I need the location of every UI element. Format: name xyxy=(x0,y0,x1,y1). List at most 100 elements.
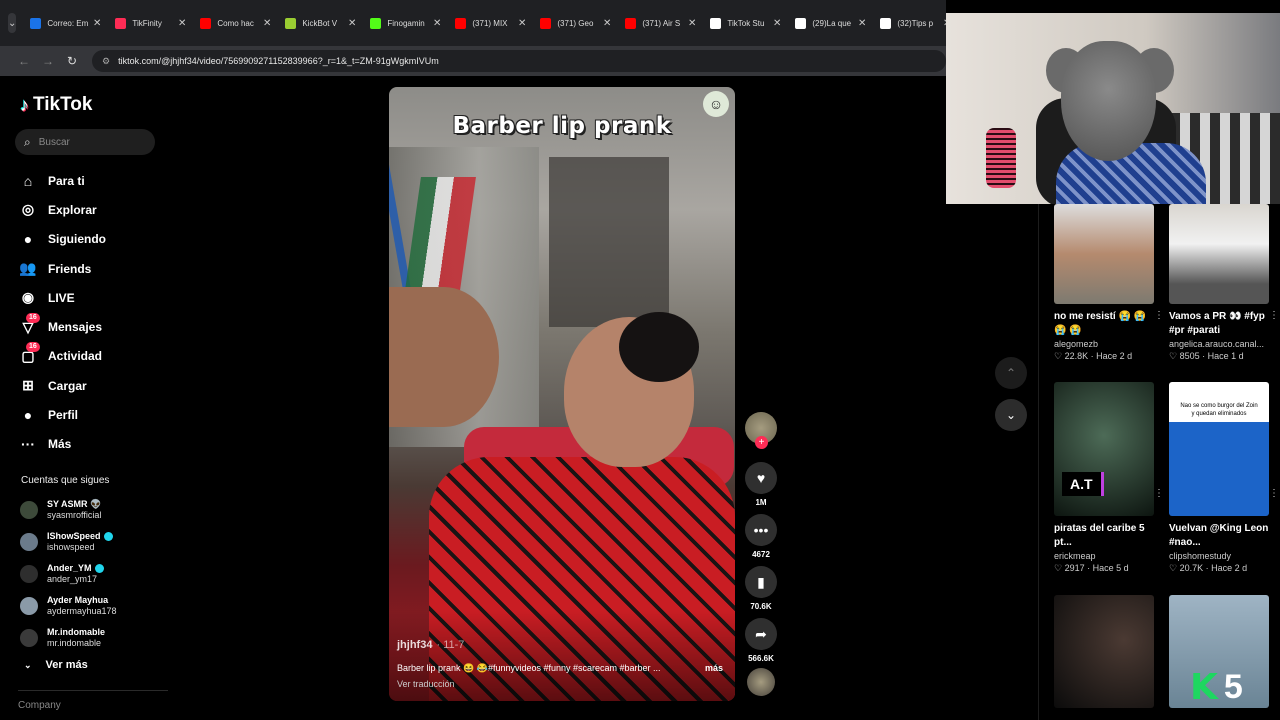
video-author[interactable]: erickmeap xyxy=(1054,551,1159,561)
video-author[interactable]: jhjhf34 · 11-7 xyxy=(397,639,464,651)
tab-title: (371) MIX xyxy=(472,18,508,28)
browser-tab[interactable]: (29)La que ✕ xyxy=(789,7,874,39)
following-account[interactable]: SY ASMR 👽 syasmrofficial xyxy=(20,494,117,526)
browser-tab[interactable]: Finogamin ✕ xyxy=(364,7,449,39)
close-icon[interactable]: ✕ xyxy=(178,18,186,29)
sidebar-item-actividad[interactable]: ▢ 16 Actividad xyxy=(18,342,106,371)
translate-link[interactable]: Ver traducción xyxy=(397,679,455,689)
video-title: Vuelvan @King Leon #nao... xyxy=(1169,523,1269,548)
creator-avatar[interactable]: + xyxy=(745,412,777,449)
video-title: piratas del caribe 5 pt... xyxy=(1054,523,1145,548)
next-video-button[interactable]: ⌄ xyxy=(995,399,1027,431)
recommended-video[interactable]: Nao se como burgor del Zoin y quedan eli… xyxy=(1169,382,1279,574)
caption-more-button[interactable]: más xyxy=(705,663,723,674)
sidebar-item-friends[interactable]: 👥 Friends xyxy=(18,254,106,283)
save-button[interactable]: ▮ 70.6K xyxy=(744,566,778,614)
site-info-icon[interactable]: ⚙ xyxy=(102,56,110,67)
like-button[interactable]: ♥ 1M xyxy=(744,462,778,510)
sidebar-item-cargar[interactable]: ⊞ Cargar xyxy=(18,371,106,400)
close-icon[interactable]: ✕ xyxy=(93,18,101,29)
video-player[interactable]: Barber lip prank ☺ jhjhf34 · 11-7 Barber … xyxy=(389,87,735,701)
sidebar-item-explorar[interactable]: ◎ Explorar xyxy=(18,195,106,224)
tab-search-chevron-icon[interactable]: ⌄ xyxy=(8,13,17,33)
sidebar-item-label: Mensajes xyxy=(48,320,103,335)
following-heading: Cuentas que sigues xyxy=(21,475,110,486)
recommended-video[interactable] xyxy=(1054,595,1164,708)
browser-tab[interactable]: TikFinity ✕ xyxy=(109,7,194,39)
video-author[interactable]: clipshomestudy xyxy=(1169,551,1274,561)
browser-tab[interactable]: (371) Air S ✕ xyxy=(619,7,704,39)
reload-icon[interactable]: ↻ xyxy=(60,54,84,68)
video-title: Vamos a PR 👀 #fyp #pr #parati xyxy=(1169,311,1265,336)
tab-favicon-icon xyxy=(455,17,467,29)
video-age: Hace 2 d xyxy=(1211,563,1248,573)
browser-tab[interactable]: KickBot V ✕ xyxy=(279,7,364,39)
video-age: Hace 2 d xyxy=(1096,351,1133,361)
like-count: 2917 xyxy=(1064,563,1085,573)
recommended-video[interactable]: no me resistí 😭 😭 😭 😭 ⋮ alegomezb ♡ 22.8… xyxy=(1054,204,1164,362)
tiktok-logo[interactable]: ♪ TikTok xyxy=(20,94,92,116)
more-options-icon[interactable]: ⋮ xyxy=(1269,488,1279,499)
close-icon[interactable]: ✕ xyxy=(518,18,526,29)
video-thumbnail[interactable]: Nao se como burgor del Zoin y quedan eli… xyxy=(1169,382,1269,516)
follow-plus-icon[interactable]: + xyxy=(755,436,768,449)
more-options-icon[interactable]: ⋮ xyxy=(1154,310,1164,321)
browser-tab[interactable]: TikTok Stu ✕ xyxy=(704,7,789,39)
close-icon[interactable]: ✕ xyxy=(348,18,356,29)
following-account[interactable]: Mr.indomable mr.indomable xyxy=(20,622,117,654)
video-author[interactable]: angelica.arauco.canal... xyxy=(1169,339,1274,349)
video-scene-arm xyxy=(389,287,499,427)
search-input[interactable]: ⌕ Buscar xyxy=(15,129,155,155)
sidebar-item-siguiendo[interactable]: ● Siguiendo xyxy=(18,225,106,254)
close-icon[interactable]: ✕ xyxy=(688,18,696,29)
following-account[interactable]: Ayder Mayhua aydermayhua178 xyxy=(20,590,117,622)
close-icon[interactable]: ✕ xyxy=(773,18,781,29)
sidebar-item-mensajes[interactable]: ▽ 16 Mensajes xyxy=(18,312,106,341)
close-icon[interactable]: ✕ xyxy=(858,18,866,29)
address-bar[interactable]: ⚙ tiktok.com/@jhjhf34/video/756990927115… xyxy=(92,50,946,72)
close-icon[interactable]: ✕ xyxy=(433,18,441,29)
search-icon: ⌕ xyxy=(24,134,31,149)
video-author[interactable]: alegomezb xyxy=(1054,339,1159,349)
browser-tab[interactable]: (371) MIX ✕ xyxy=(449,7,534,39)
close-icon[interactable]: ✕ xyxy=(603,18,611,29)
following-account[interactable]: Ander_YM ander_ym17 xyxy=(20,558,117,590)
sidebar-item-live[interactable]: ◉ LIVE xyxy=(18,283,106,312)
video-author-name[interactable]: jhjhf34 xyxy=(397,639,432,651)
music-disc[interactable] xyxy=(747,668,775,696)
browser-tab[interactable]: Como hac ✕ xyxy=(194,7,279,39)
more-options-icon[interactable]: ⋮ xyxy=(1154,488,1164,499)
share-icon: ➦ xyxy=(745,618,777,650)
recommended-video[interactable]: A.T piratas del caribe 5 pt... ⋮ erickmea… xyxy=(1054,382,1164,574)
forward-arrow-icon[interactable]: → xyxy=(36,54,60,68)
recommended-video[interactable]: Vamos a PR 👀 #fyp #pr #parati ⋮ angelica… xyxy=(1169,204,1279,362)
sidebar-item-más[interactable]: ··· Más xyxy=(18,430,106,459)
comment-icon: ••• xyxy=(745,514,777,546)
tab-title: Como hac xyxy=(217,18,254,28)
video-thumbnail[interactable] xyxy=(1054,204,1154,304)
video-thumbnail[interactable] xyxy=(1169,204,1269,304)
sidebar-item-para-ti[interactable]: ⌂ Para ti xyxy=(18,166,106,195)
home-icon: ⌂ xyxy=(23,172,33,189)
account-name: IShowSpeed xyxy=(47,531,101,541)
following-account[interactable]: IShowSpeed ishowspeed xyxy=(20,526,117,558)
previous-video-button[interactable]: ⌃ xyxy=(995,357,1027,389)
rat-mask xyxy=(1061,41,1156,161)
more-options-icon[interactable]: ⋮ xyxy=(1269,310,1279,321)
sidebar-item-perfil[interactable]: ● Perfil xyxy=(18,400,106,429)
comment-button[interactable]: ••• 4672 xyxy=(744,514,778,562)
back-arrow-icon[interactable]: ← xyxy=(12,54,36,68)
company-link[interactable]: Company xyxy=(18,700,61,711)
browser-tab[interactable]: Correo: Em ✕ xyxy=(24,7,109,39)
video-title: no me resistí 😭 😭 😭 😭 xyxy=(1054,311,1147,336)
close-icon[interactable]: ✕ xyxy=(263,18,271,29)
share-button[interactable]: ➦ 566.6K xyxy=(744,618,778,666)
account-handle: ishowspeed xyxy=(47,542,95,552)
account-handle: syasmrofficial xyxy=(47,510,102,520)
browser-tab[interactable]: (371) Geo ✕ xyxy=(534,7,619,39)
video-date: · 11-7 xyxy=(436,639,465,651)
webcam-overlay xyxy=(946,13,1280,204)
see-more-button[interactable]: ⌄ Ver más xyxy=(24,659,88,671)
video-thumbnail[interactable]: A.T xyxy=(1054,382,1154,516)
video-thumbnail[interactable] xyxy=(1054,595,1154,708)
